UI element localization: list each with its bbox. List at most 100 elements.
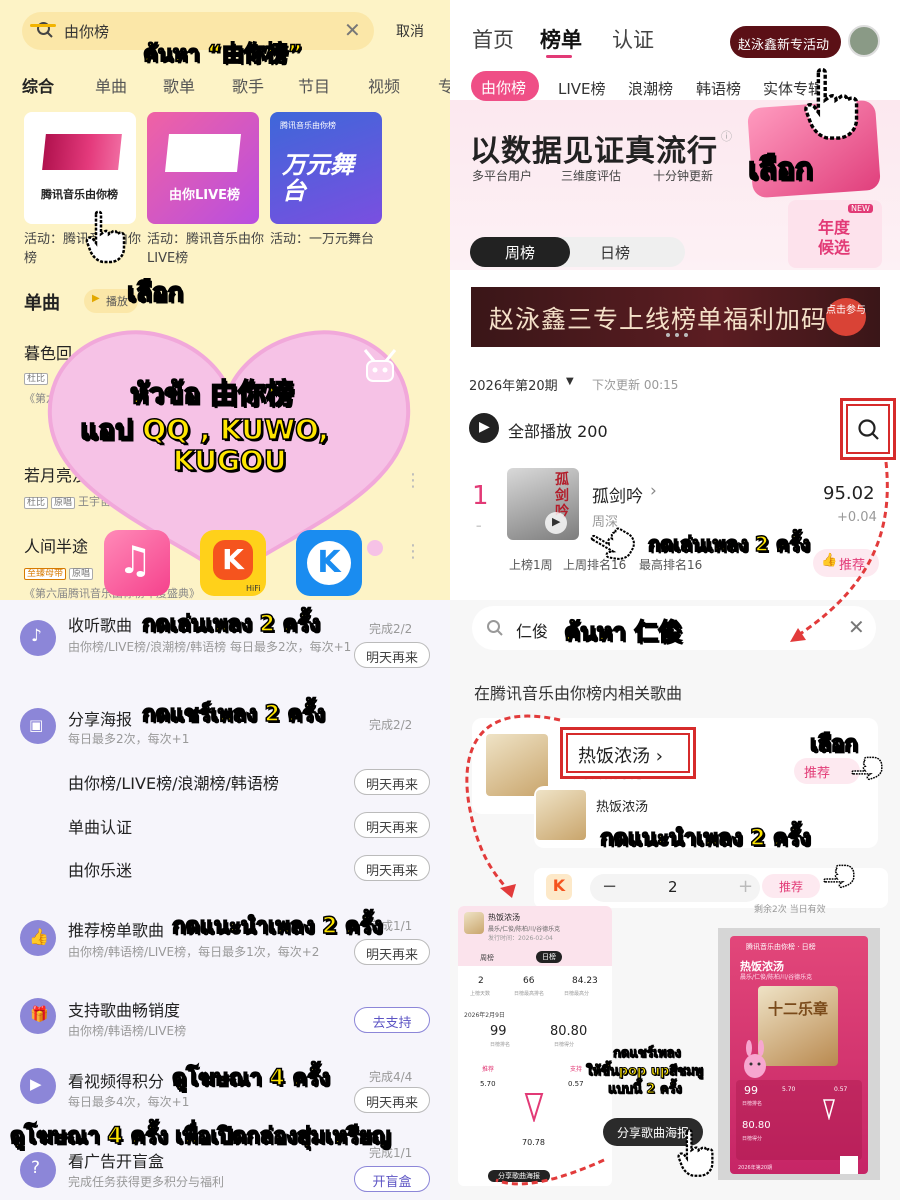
search-input[interactable]: 仁俊 [516,618,548,642]
chart-panel: 首页 榜单 认证 赵泳鑫新专活动 由你榜 LIVE榜 浪潮榜 韩语榜 实体专辑 … [450,0,900,600]
sub-task-button[interactable]: 明天再来 [354,812,430,838]
music-note-icon: ♫ [118,538,153,582]
poster-sub: 晨乐/仁俊/陈柏川/谷德乐克 [740,974,813,981]
tab-videos[interactable]: 视频 [368,73,400,97]
kuwo-app-icon[interactable]: K HiFi [200,530,266,596]
cover-play-button[interactable]: ▶ [545,512,567,534]
subtab-live[interactable]: LIVE榜 [558,78,606,99]
clear-icon[interactable]: ✕ [344,18,361,42]
support-button[interactable]: 去支持 [354,1007,430,1033]
tab-singles[interactable]: 单曲 [95,73,127,97]
feature-2: 三维度评估 [561,169,622,183]
play-icon: ▶ [552,515,561,528]
song-title-highlight[interactable]: 热饭浓汤 › [560,727,696,779]
stepper-note: 剩余2次 当日有效 [754,905,826,915]
card-tencent-chart[interactable]: 腾讯音乐由你榜 [24,112,136,224]
search-icon [858,419,879,440]
card-caption: 活动：一万元舞台 [270,232,375,247]
promo-banner[interactable]: 赵泳鑫三专上线榜单福利加码 点击参与 [471,287,880,347]
task-progress: 完成2/2 [369,718,413,732]
rabbit-sticker-icon [360,345,400,387]
decor-dot [367,540,383,556]
tab-all[interactable]: 综合 [22,73,54,97]
preview-date2: 2026年2月9日 [464,1012,505,1019]
task-subtitle: 由你榜/韩语榜/LIVE榜 [68,1024,187,1038]
video-task-icon: ▶ [20,1068,56,1104]
search-input[interactable]: 由你榜 [64,21,109,42]
qq-music-app-icon[interactable]: ♫ [104,530,170,596]
carousel-dot [684,333,688,337]
sub-task-button[interactable]: 明天再来 [354,769,430,795]
stepper-track: − 2 + [590,874,760,902]
blind-box-button[interactable]: 开盲盒 [354,1166,430,1192]
period-daily[interactable]: 日榜 [600,242,630,263]
poster-stats: 99 日榜排名 5.70 0.57 80.80 日榜得分 [736,1080,862,1160]
play-all-button[interactable]: ▶ [469,413,499,443]
preview-center: 70.78 [522,1138,545,1147]
subtab-youni[interactable]: 由你榜 [471,71,539,101]
kugou-k-icon: K [307,541,351,585]
qr-code-icon [840,1156,858,1174]
banner-headline: 以数据见证真流行 [470,134,718,169]
song-cover[interactable]: 孤剑吟 ▶ [507,468,579,540]
nav-charts[interactable]: 榜单 [540,24,582,54]
tab-programs[interactable]: 节目 [298,73,330,97]
year-candidate-badge[interactable]: NEW 年度候选 [788,200,882,268]
tab-playlists[interactable]: 歌单 [163,73,195,97]
promo-join-button[interactable]: 点击参与 [826,298,866,336]
kugou-app-icon[interactable]: K [296,530,362,596]
preview-stat: 84.23 [572,976,598,986]
carousel-dot [666,333,670,337]
stepper-plus[interactable]: + [738,876,753,897]
task-button[interactable]: 明天再来 [354,1087,430,1113]
poster-n1: 5.70 [782,1086,796,1093]
nav-certify[interactable]: 认证 [612,24,654,54]
avatar[interactable] [848,25,880,57]
preview-stat: 2 [478,976,484,986]
poster-n2: 0.57 [834,1086,848,1093]
info-icon[interactable]: ⓘ [721,128,732,144]
tasks-panel: ♪ 收听歌曲 由你榜/LIVE榜/浪潮榜/韩语榜 每日最多2次，每次+1 完成2… [0,600,450,1200]
pointing-hand-icon [851,756,883,781]
poster-score: 80.80 [742,1120,771,1131]
nav-home[interactable]: 首页 [472,24,514,54]
recommend-button[interactable]: 👍 推荐 [813,549,879,577]
period-toggle[interactable]: 周榜 日榜 [470,237,685,267]
pointing-hand-icon [677,1128,714,1177]
preview-rec: 推荐 [482,1066,495,1073]
song-title[interactable]: 孤剑吟 [592,482,643,507]
recommend-button[interactable]: 推荐 [762,874,820,898]
preview-sup: 支持 [570,1066,583,1073]
tab-artists[interactable]: 歌手 [232,73,264,97]
chart-period[interactable]: 2026年第20期 [469,375,558,394]
task-subtitle: 每日最多4次，每次+1 [68,1095,190,1109]
stepper-value[interactable]: 2 [668,878,678,896]
clear-icon[interactable]: ✕ [848,615,865,639]
search-button-inner [846,404,890,454]
promo-button[interactable]: 赵泳鑫新专活动 [730,26,841,58]
task-button[interactable]: 明天再来 [354,642,430,668]
subtab-korean[interactable]: 韩语榜 [696,78,741,99]
card-stage[interactable]: 腾讯音乐由你榜 万元舞台 [270,112,382,224]
preview-stat-label: 日榜最高排名 [514,991,545,997]
chevron-down-icon[interactable]: ▼ [566,376,574,387]
annotation-ads: ดูโฆษณา 4 ครั้ง [171,1065,330,1092]
task-title: 收听歌曲 [68,616,133,635]
play-pill-label: 播放 [106,295,128,308]
kuwo-k-icon: K [546,874,572,900]
tab-more[interactable]: 专 [438,73,450,97]
preview-tab-day: 日榜 [536,951,562,963]
stepper-minus[interactable]: − [602,876,617,897]
cancel-button[interactable]: 取消 [396,21,424,41]
preview-stat: 66 [523,976,535,986]
feature-3: 十分钟更新 [653,169,714,183]
search-button-highlight[interactable] [840,398,896,460]
period-weekly[interactable]: 周榜 [470,237,570,267]
task-progress: 完成4/4 [369,1070,413,1084]
poster-rank-label: 日榜排名 [742,1101,763,1107]
sub-task-button[interactable]: 明天再来 [354,855,430,881]
triangle-chart-icon [524,1093,544,1122]
sub-task-label: 由你榜/LIVE榜/浪潮榜/韩语榜 [68,774,279,793]
card-live-chart[interactable]: 由你LIVE榜 [147,112,259,224]
subtab-wave[interactable]: 浪潮榜 [628,78,673,99]
